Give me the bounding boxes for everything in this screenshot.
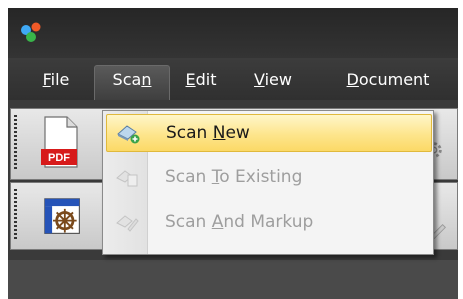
menu-item-scan-to-existing[interactable]: Scan To Existing <box>106 159 430 195</box>
scan-dropdown-menu: Scan New Scan To Existing Scan And Marku… <box>102 110 434 255</box>
access-key-char: N <box>212 123 226 143</box>
menu-item-scan-new[interactable]: Scan New <box>106 114 432 152</box>
menu-view[interactable]: View <box>248 66 298 94</box>
scan-to-existing-label: Scan To Existing <box>165 167 303 187</box>
scan-new-label: Scan New <box>166 123 250 143</box>
menu-edit[interactable]: Edit <box>180 66 222 94</box>
access-key-char: E <box>185 70 196 89</box>
menu-file[interactable]: File <box>34 66 78 94</box>
picture-tool-icon[interactable] <box>43 197 83 237</box>
new-pdf-icon[interactable]: PDF <box>39 115 83 171</box>
toolbar-grip[interactable] <box>14 115 17 171</box>
app-window: File Scan Edit View Document PDF Scan Ne… <box>8 8 458 299</box>
scanner-add-icon <box>117 125 140 144</box>
scan-and-markup-label: Scan And Markup <box>165 212 314 232</box>
pdf-badge-text: PDF <box>48 152 70 164</box>
menu-scan[interactable]: Scan <box>94 65 170 101</box>
access-key-char: n <box>141 70 152 89</box>
access-key-char: F <box>42 70 51 89</box>
toolbar-grip[interactable] <box>14 189 17 241</box>
menu-item-scan-and-markup[interactable]: Scan And Markup <box>106 204 430 240</box>
access-key-char: A <box>211 212 224 232</box>
content-strip <box>8 260 458 299</box>
access-key-char: V <box>254 70 265 89</box>
menu-document[interactable]: Document <box>332 66 444 94</box>
access-key-char: T <box>211 167 220 187</box>
access-key-char: D <box>346 70 359 89</box>
menu-bar: File Scan Edit View Document <box>8 58 458 101</box>
screenshot-frame: File Scan Edit View Document PDF Scan Ne… <box>0 0 463 299</box>
scan-to-existing-icon <box>116 170 138 187</box>
title-bar <box>8 8 458 58</box>
app-logo-icon <box>21 22 41 42</box>
scan-markup-icon <box>116 215 139 232</box>
